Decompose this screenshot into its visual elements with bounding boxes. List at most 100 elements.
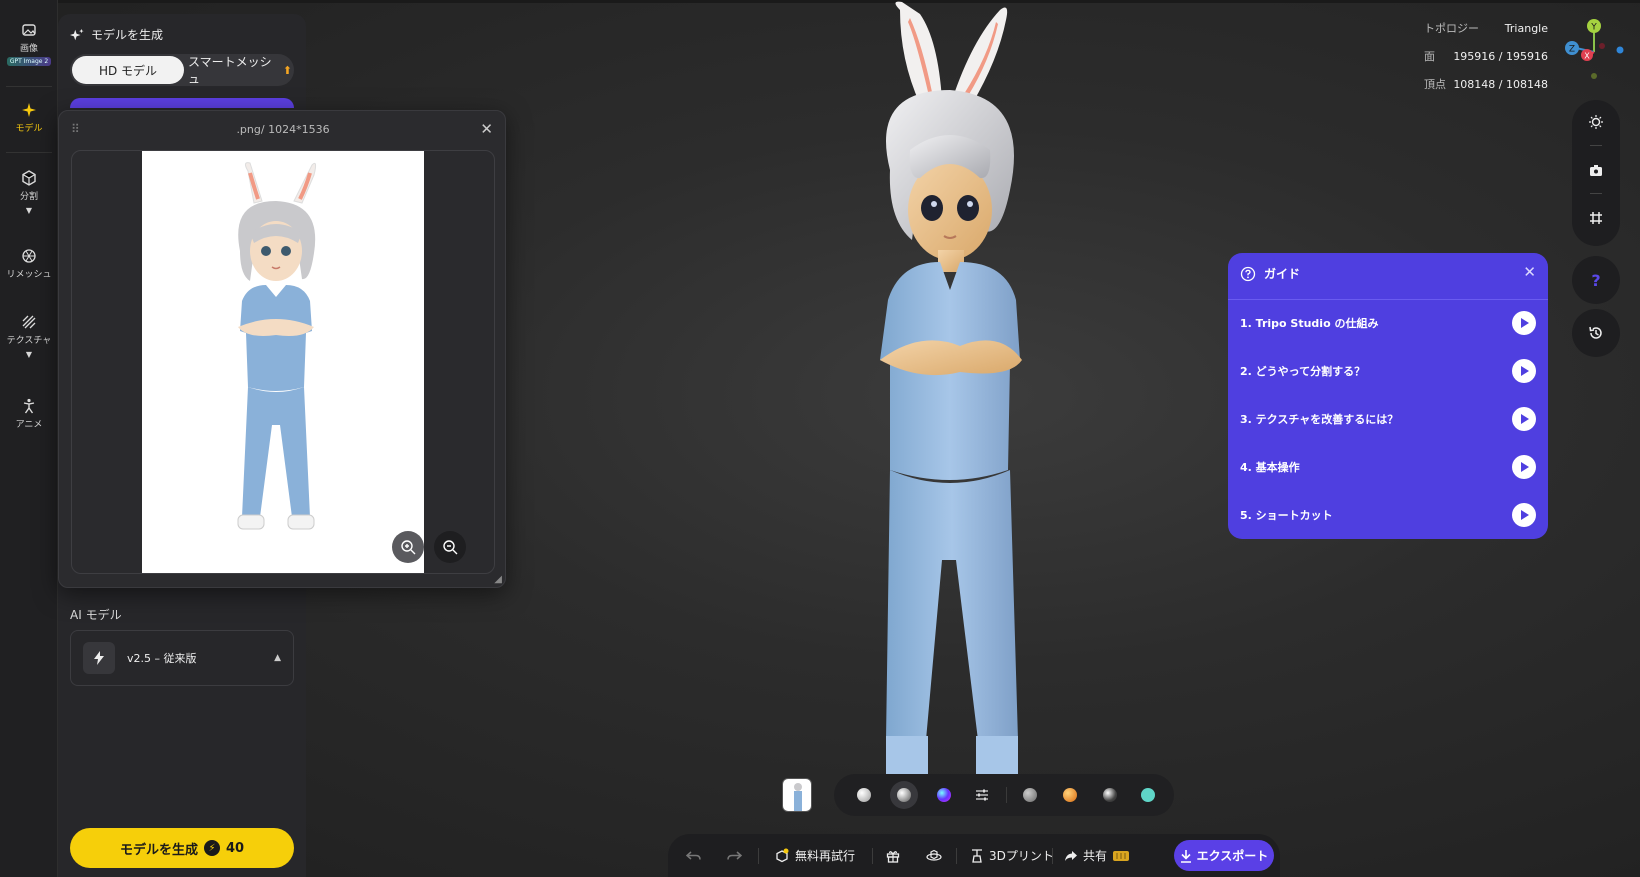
camera-icon [1590,165,1602,176]
material-clay-button[interactable] [850,781,878,809]
guide-panel: ガイド ✕ 1. Tripo Studio の仕組み 2. どうやって分割する？… [1228,253,1548,539]
play-icon [1512,455,1536,479]
redo-button[interactable] [726,834,742,877]
left-rail: 画像 GPT Image 2 モデル 分割 ▼ リメッシュ テクスチャ ▼ アニ… [0,0,58,877]
gift-button[interactable] [886,834,900,877]
free-retry-label: 無料再試行 [795,849,856,863]
rail-image[interactable]: 画像 GPT Image 2 [0,22,58,66]
material-shaded-button[interactable] [890,781,918,809]
close-icon[interactable]: ✕ [480,120,493,138]
axis-x-label: X [1584,52,1590,61]
share-button[interactable]: 共有 [1064,834,1130,877]
guide-item[interactable]: 1. Tripo Studio の仕組み [1240,307,1536,339]
orange-sphere-icon [1063,788,1077,802]
guide-item[interactable]: 3. テクスチャを改善するには？ [1240,403,1536,435]
rail-texture-label: テクスチャ [6,336,52,346]
hd-model-tab[interactable]: HD モデル [72,56,184,84]
vertices-label: 頂点 [1424,78,1446,91]
rail-image-label: 画像 [19,44,38,54]
topology-value: Triangle [1504,21,1548,35]
faces-label: 面 [1424,50,1435,63]
panel-header: モデルを生成 [70,26,163,43]
guide-item-label: 5. ショートカット [1240,509,1333,522]
guide-item[interactable]: 2. どうやって分割する？ [1240,355,1536,387]
material-normal-button[interactable] [930,781,958,809]
lighting-button[interactable] [1586,112,1606,132]
question-icon: ? [1591,270,1601,290]
material-orange-button[interactable] [1056,781,1084,809]
rail-divider [6,86,52,87]
ai-model-value: v2.5 – 従来版 [127,652,197,665]
axis-gizmo[interactable]: Y Z X [1562,16,1628,86]
rail-segment[interactable]: 分割 ▼ [0,170,58,215]
rail-animate[interactable]: アニメ [0,398,58,430]
rail-remesh-label: リメッシュ [6,270,52,280]
play-icon [1512,407,1536,431]
rail-model[interactable]: モデル [0,102,58,134]
export-button[interactable]: エクスポート [1174,840,1274,871]
viewport-tools [1572,100,1620,246]
guide-item[interactable]: 4. 基本操作 [1240,451,1536,483]
resize-handle-icon[interactable]: ◢ [494,574,502,585]
ar-view-button[interactable] [926,834,942,877]
topology-row: トポロジー Triangle [1424,14,1548,42]
toolbar-divider [1052,848,1053,864]
retry-cube-icon [776,848,789,862]
clay-sphere-icon [857,788,871,802]
rail-divider [6,152,52,153]
person-icon [23,398,35,414]
material-settings-button[interactable] [968,781,996,809]
zoom-out-button[interactable] [434,531,466,563]
app-root: 画像 GPT Image 2 モデル 分割 ▼ リメッシュ テクスチャ ▼ アニ… [0,0,1640,877]
ai-model-label: AI モデル [70,608,122,622]
undo-button[interactable] [686,834,702,877]
3d-model-viewport[interactable] [860,0,1120,834]
camera-button[interactable] [1586,160,1606,180]
3d-print-button[interactable]: 3Dプリント [970,834,1054,877]
reference-thumbnail[interactable] [782,778,812,812]
texture-icon [22,315,36,329]
rail-texture[interactable]: テクスチャ ▼ [0,314,58,359]
gift-icon [886,850,900,863]
zoom-in-button[interactable] [392,531,424,563]
guide-item-label: 3. テクスチャを改善するには？ [1240,413,1399,426]
material-metal-button[interactable] [1096,781,1124,809]
faces-value: 195916 / 195916 [1453,49,1548,63]
chevron-down-icon: ▼ [25,350,33,359]
history-button[interactable] [1572,309,1620,357]
help-button[interactable]: ? [1572,256,1620,304]
bottom-toolbar: 無料再試行 3Dプリント 共有 エクスポート [668,834,1280,877]
undo-icon [686,850,701,860]
smart-mesh-label: スマートメッシュ [188,55,272,86]
download-icon [1180,849,1191,863]
image-info: .png/ 1024*1536 [236,123,330,136]
smart-mesh-tab[interactable]: スマートメッシュ ⬆ [188,55,292,86]
material-bar [834,774,1174,816]
ai-model-select[interactable]: v2.5 – 従来版 ▲ [70,630,294,686]
material-gray-button[interactable] [1016,781,1044,809]
guide-item[interactable]: 5. ショートカット [1240,499,1536,531]
guide-item-label: 1. Tripo Studio の仕組み [1240,317,1379,330]
upgrade-icon: ⬆ [282,63,292,77]
material-teal-button[interactable] [1134,781,1162,809]
metal-sphere-icon [1103,788,1117,802]
faces-row: 面 195916 / 195916 [1424,42,1548,70]
close-icon[interactable]: ✕ [1523,263,1536,281]
sparkle-icon [22,103,36,117]
sparkle-icon [70,28,84,40]
generate-model-button[interactable]: モデルを生成 ⚡ 40 [70,828,294,868]
chevron-down-icon: ▼ [25,206,33,215]
guide-item-label: 4. 基本操作 [1240,461,1300,474]
gpt-image-badge: GPT Image 2 [6,57,52,66]
image-frame [71,150,495,574]
mesh-stats: トポロジー Triangle 面 195916 / 195916 頂点 1081… [1424,14,1548,98]
grid-button[interactable] [1586,208,1606,228]
toolbar-divider [872,848,873,864]
ar-icon [926,849,942,861]
free-retry-button[interactable]: 無料再試行 [774,834,855,877]
gray-sphere-icon [1023,788,1037,802]
generate-label: モデルを生成 [119,842,198,858]
toolbar-divider [956,848,957,864]
play-icon [1512,311,1536,335]
rail-remesh[interactable]: リメッシュ [0,248,58,280]
